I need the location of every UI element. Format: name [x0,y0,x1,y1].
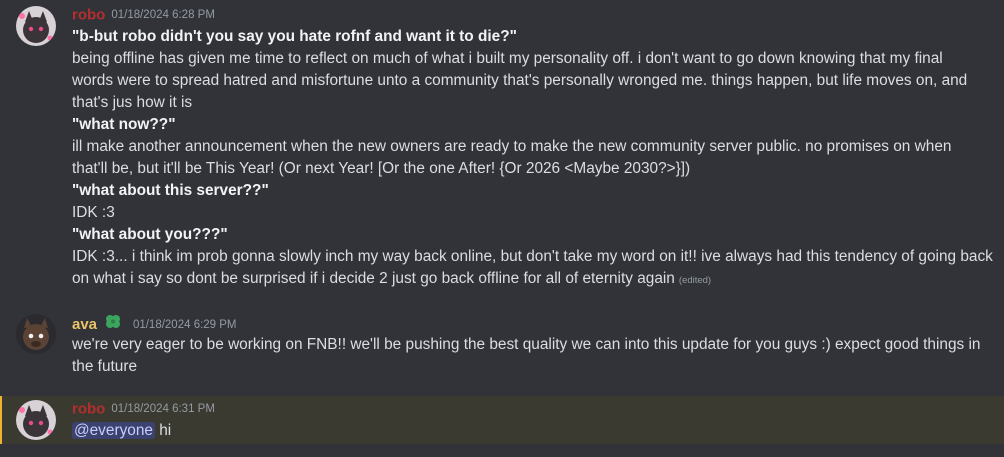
message-group-robo-mention: robo 01/18/2024 6:31 PM @everyone hi [0,396,1004,444]
message-header: robo 01/18/2024 6:31 PM [72,400,215,420]
message-line-text: on what i say so dont be surprised if i … [72,270,675,287]
message-line: words were to spread hatred and misfortu… [72,72,968,89]
username[interactable]: robo [72,6,105,23]
message-line: "what about you???" [72,226,228,243]
timestamp: 01/18/2024 6:28 PM [111,8,215,21]
message-line: the future [72,358,138,375]
message-line: IDK :3 [72,204,115,221]
message-group-ava: ava 01/18/2024 6:29 PM we're very eager … [0,308,1004,388]
avatar[interactable] [16,6,56,46]
message-line: "b-but robo didn't you say you hate rofn… [72,28,517,45]
timestamp: 01/18/2024 6:31 PM [111,402,215,415]
message-line: IDK :3... i think im prob gonna slowly i… [72,248,993,265]
clover-badge-icon[interactable] [104,314,122,335]
message-header: robo 01/18/2024 6:28 PM [72,6,215,26]
everyone-mention[interactable]: @everyone [72,422,155,439]
message-group-robo-1: robo 01/18/2024 6:28 PM "b-but robo didn'… [0,0,1004,300]
avatar[interactable] [16,400,56,440]
avatar[interactable] [16,314,56,354]
timestamp: 01/18/2024 6:29 PM [132,318,237,331]
message-line: ill make another announcement when the n… [72,138,952,155]
message-line: "what now??" [72,116,176,133]
robo-avatar-image [16,6,56,46]
message-header: ava 01/18/2024 6:29 PM [72,314,237,334]
message-line: that'll be, but it'll be This Year! (Or … [72,160,691,177]
username[interactable]: ava [72,316,97,333]
robo-avatar-image [16,400,56,440]
edited-label: (edited) [678,275,712,286]
message-line: on what i say so dont be surprised if i … [72,268,984,292]
message-line: that's jus how it is [72,94,193,111]
message-line: we're very eager to be working on FNB!! … [72,336,981,353]
message-text: hi [154,422,172,439]
message-line: @everyone hi [72,420,986,442]
message-line: "what about this server??" [72,182,269,199]
username[interactable]: robo [72,400,105,417]
ava-avatar-image [16,314,56,354]
message-line: being offline has given me time to refle… [72,50,943,67]
